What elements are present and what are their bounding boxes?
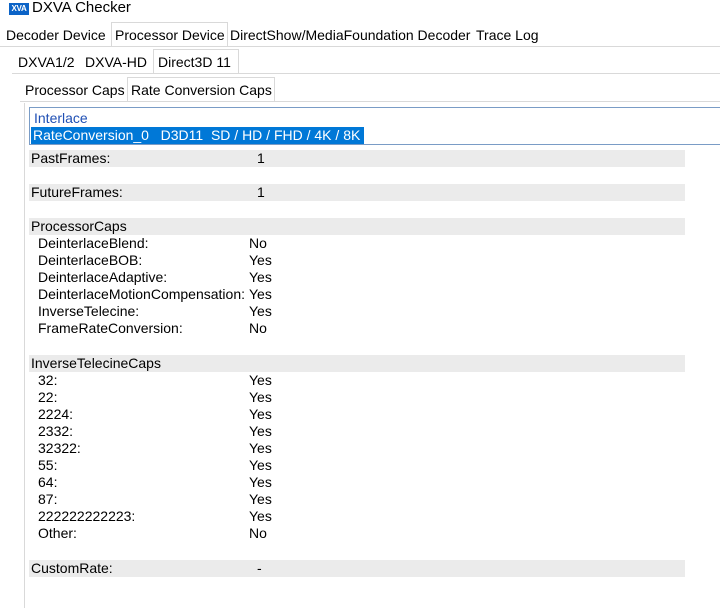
property-value: No bbox=[249, 320, 267, 336]
property-row: 2224: Yes bbox=[38, 406, 272, 423]
property-value: 1 bbox=[257, 150, 265, 166]
property-label: DeinterlaceAdaptive: bbox=[38, 269, 168, 285]
property-row-future-frames: FutureFrames: 1 bbox=[29, 184, 685, 201]
property-row: 222222222223: Yes bbox=[38, 508, 272, 525]
property-value: Yes bbox=[249, 423, 272, 439]
selector-selected-item[interactable]: RateConversion_0 D3D11 SD / HD / FHD / 4… bbox=[31, 127, 364, 144]
property-value: Yes bbox=[249, 406, 272, 422]
property-row: DeinterlaceAdaptive: Yes bbox=[38, 269, 272, 286]
property-row: FrameRateConversion: No bbox=[38, 320, 267, 337]
property-label: 32322: bbox=[38, 440, 81, 456]
app-logo-icon: XVA bbox=[9, 3, 29, 15]
property-row: 32: Yes bbox=[38, 372, 272, 389]
property-label: CustomRate: bbox=[31, 560, 113, 576]
caps-tab-strip: Processor Caps Rate Conversion Caps bbox=[0, 77, 720, 102]
section-header-processor-caps: ProcessorCaps bbox=[29, 218, 685, 235]
property-label: 2224: bbox=[38, 406, 74, 422]
property-label: 64: bbox=[38, 474, 58, 490]
property-label: 222222222223: bbox=[38, 508, 136, 524]
tab-processor-device[interactable]: Processor Device bbox=[111, 22, 228, 46]
property-value: No bbox=[249, 235, 267, 251]
property-label: 87: bbox=[38, 491, 58, 507]
tab-trace-log[interactable]: Trace Log bbox=[476, 24, 544, 46]
window-title: DXVA Checker bbox=[32, 0, 131, 16]
property-value: Yes bbox=[249, 286, 272, 302]
property-label: DeinterlaceBOB: bbox=[38, 252, 143, 268]
property-value: 1 bbox=[257, 184, 265, 200]
property-row: DeinterlaceBlend: No bbox=[38, 235, 267, 252]
tab-directshow-mediafoundation-decoder[interactable]: DirectShow/MediaFoundation Decoder bbox=[230, 24, 474, 46]
section-title: InverseTelecineCaps bbox=[31, 355, 161, 371]
tab-decoder-device[interactable]: Decoder Device bbox=[6, 24, 112, 46]
api-tab-strip: DXVA1/2 DXVA-HD Direct3D 11 bbox=[0, 49, 720, 74]
tab-strip-divider bbox=[0, 46, 720, 47]
property-row: 64: Yes bbox=[38, 474, 272, 491]
tab-strip-divider bbox=[20, 101, 720, 102]
property-label: 2332: bbox=[38, 423, 74, 439]
property-row: DeinterlaceBOB: Yes bbox=[38, 252, 272, 269]
property-value: Yes bbox=[249, 303, 272, 319]
tab-dxva12[interactable]: DXVA1/2 bbox=[18, 51, 82, 73]
property-value: Yes bbox=[249, 252, 272, 268]
property-row: Other: No bbox=[38, 525, 267, 542]
property-value: Yes bbox=[249, 389, 272, 405]
tab-rate-conversion-caps[interactable]: Rate Conversion Caps bbox=[127, 77, 275, 101]
property-label: InverseTelecine: bbox=[38, 303, 140, 319]
property-value: Yes bbox=[249, 508, 272, 524]
property-value: Yes bbox=[249, 372, 272, 388]
property-row: 22: Yes bbox=[38, 389, 272, 406]
property-label: DeinterlaceMotionCompensation: bbox=[38, 286, 245, 302]
property-label: FrameRateConversion: bbox=[38, 320, 183, 336]
property-row: 55: Yes bbox=[38, 457, 272, 474]
selector-group-label: Interlace bbox=[34, 110, 88, 126]
tab-dxva-hd[interactable]: DXVA-HD bbox=[85, 51, 153, 73]
property-row-past-frames: PastFrames: 1 bbox=[29, 150, 685, 167]
property-value: Yes bbox=[249, 440, 272, 456]
property-value: Yes bbox=[249, 269, 272, 285]
tab-processor-caps[interactable]: Processor Caps bbox=[25, 79, 128, 101]
property-value: Yes bbox=[249, 474, 272, 490]
property-value: Yes bbox=[249, 457, 272, 473]
property-value: Yes bbox=[249, 491, 272, 507]
tab-strip-divider bbox=[12, 73, 720, 74]
tab-direct3d-11[interactable]: Direct3D 11 bbox=[153, 49, 239, 73]
property-value: No bbox=[249, 525, 267, 541]
property-label: 22: bbox=[38, 389, 58, 405]
property-label: FutureFrames: bbox=[31, 184, 123, 200]
property-row-custom-rate: CustomRate: - bbox=[29, 560, 685, 577]
main-tab-strip: Decoder Device Processor Device DirectSh… bbox=[0, 22, 720, 47]
rate-conversion-selector[interactable]: Interlace RateConversion_0 D3D11 SD / HD… bbox=[29, 107, 720, 145]
property-value: - bbox=[257, 560, 262, 576]
section-title: ProcessorCaps bbox=[31, 218, 127, 234]
property-row: InverseTelecine: Yes bbox=[38, 303, 272, 320]
property-row: 87: Yes bbox=[38, 491, 272, 508]
property-row: 32322: Yes bbox=[38, 440, 272, 457]
property-label: 32: bbox=[38, 372, 58, 388]
property-label: 55: bbox=[38, 457, 58, 473]
title-bar: XVA DXVA Checker bbox=[0, 0, 720, 20]
property-row: DeinterlaceMotionCompensation: Yes bbox=[38, 286, 272, 303]
property-label: PastFrames: bbox=[31, 150, 111, 166]
property-label: DeinterlaceBlend: bbox=[38, 235, 149, 251]
property-row: 2332: Yes bbox=[38, 423, 272, 440]
section-header-inverse-telecine-caps: InverseTelecineCaps bbox=[29, 355, 685, 372]
property-label: Other: bbox=[38, 525, 77, 541]
